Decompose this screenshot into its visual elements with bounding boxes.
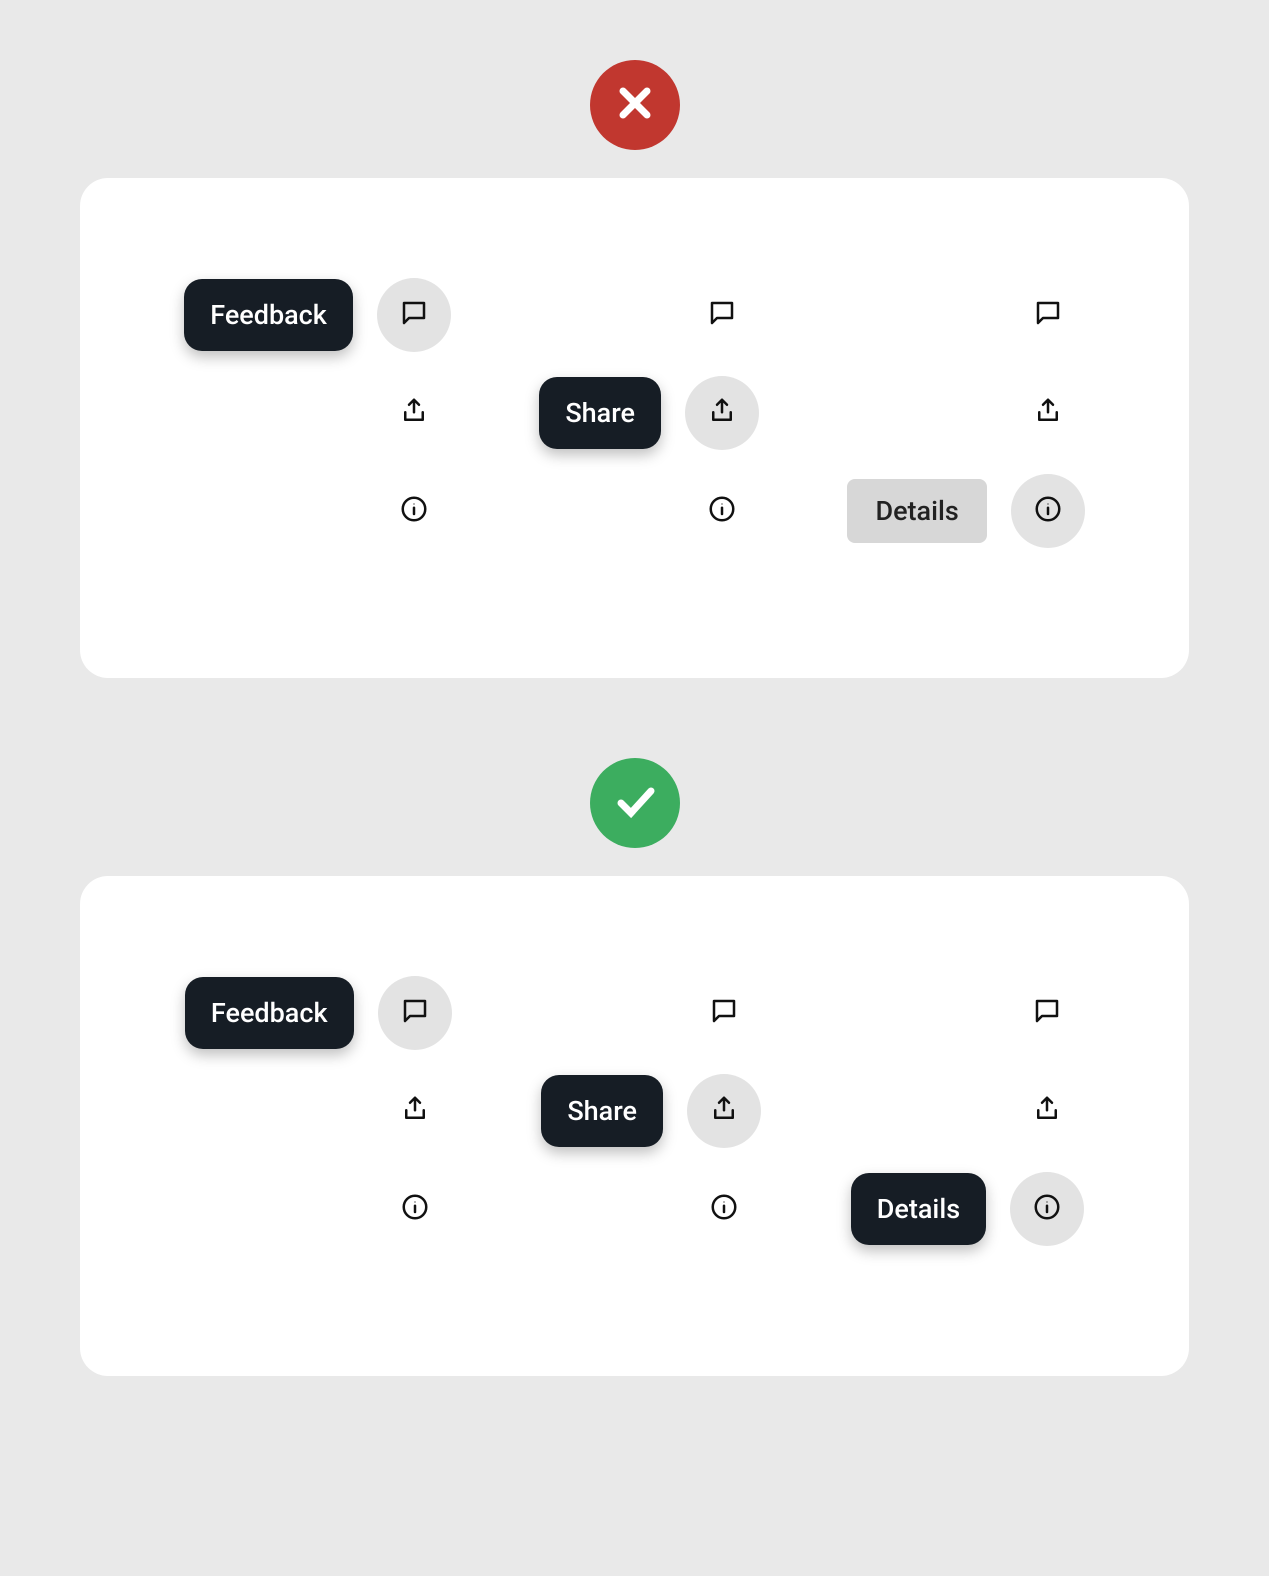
message-icon [400,996,430,1030]
feedback-row [539,278,759,352]
icon-stack: Details [847,278,1084,548]
feedback-row: Feedback [185,976,452,1050]
feedback-button[interactable] [685,278,759,352]
feedback-tooltip: Feedback [185,977,354,1049]
message-icon [707,298,737,332]
share-button[interactable] [377,376,451,450]
feedback-button[interactable] [687,976,761,1050]
message-icon [1032,996,1062,1030]
info-icon [399,494,429,528]
correct-indicator [590,758,680,848]
icon-stack: Details [851,976,1084,1246]
share-icon [707,396,737,430]
share-row [851,1074,1084,1148]
info-icon [400,1192,430,1226]
feedback-row [541,976,761,1050]
info-icon [707,494,737,528]
details-tooltip-inconsistent: Details [847,479,986,543]
info-icon [1033,494,1063,528]
icon-stack: Share [541,976,761,1246]
feedback-row [851,976,1084,1050]
feedback-button[interactable] [377,278,451,352]
share-button[interactable] [687,1074,761,1148]
feedback-button[interactable] [378,976,452,1050]
x-icon [611,79,659,131]
share-icon [709,1094,739,1128]
good-example: Feedback [80,758,1189,1376]
feedback-tooltip: Feedback [184,279,353,351]
feedback-button[interactable] [1011,278,1085,352]
share-row: Share [539,376,759,450]
details-row [541,1172,761,1246]
share-row [185,1074,452,1148]
share-tooltip: Share [539,377,661,449]
good-card: Feedback [80,876,1189,1376]
details-button[interactable] [1011,474,1085,548]
feedback-button[interactable] [1010,976,1084,1050]
share-button[interactable] [378,1074,452,1148]
share-icon [1032,1094,1062,1128]
check-icon [611,777,659,829]
details-button[interactable] [377,474,451,548]
message-icon [1033,298,1063,332]
share-row [184,376,451,450]
incorrect-indicator [590,60,680,150]
icon-stack: Feedback [185,976,452,1246]
details-row [184,474,451,548]
details-row [185,1172,452,1246]
bad-example: Feedback [80,60,1189,678]
icon-stack: Share [539,278,759,548]
icon-stack: Feedback [184,278,451,548]
message-icon [399,298,429,332]
feedback-row [847,278,1084,352]
share-button[interactable] [685,376,759,450]
share-row: Share [541,1074,761,1148]
share-button[interactable] [1011,376,1085,450]
share-icon [399,396,429,430]
share-icon [1033,396,1063,430]
share-button[interactable] [1010,1074,1084,1148]
details-button[interactable] [1010,1172,1084,1246]
details-button[interactable] [687,1172,761,1246]
details-tooltip: Details [851,1173,986,1245]
spacer [80,678,1189,758]
details-row: Details [847,474,1084,548]
details-row [539,474,759,548]
details-button[interactable] [685,474,759,548]
info-icon [709,1192,739,1226]
message-icon [709,996,739,1030]
feedback-row: Feedback [184,278,451,352]
details-button[interactable] [378,1172,452,1246]
share-icon [400,1094,430,1128]
details-row: Details [851,1172,1084,1246]
share-row [847,376,1084,450]
bad-card: Feedback [80,178,1189,678]
share-tooltip: Share [541,1075,663,1147]
info-icon [1032,1192,1062,1226]
